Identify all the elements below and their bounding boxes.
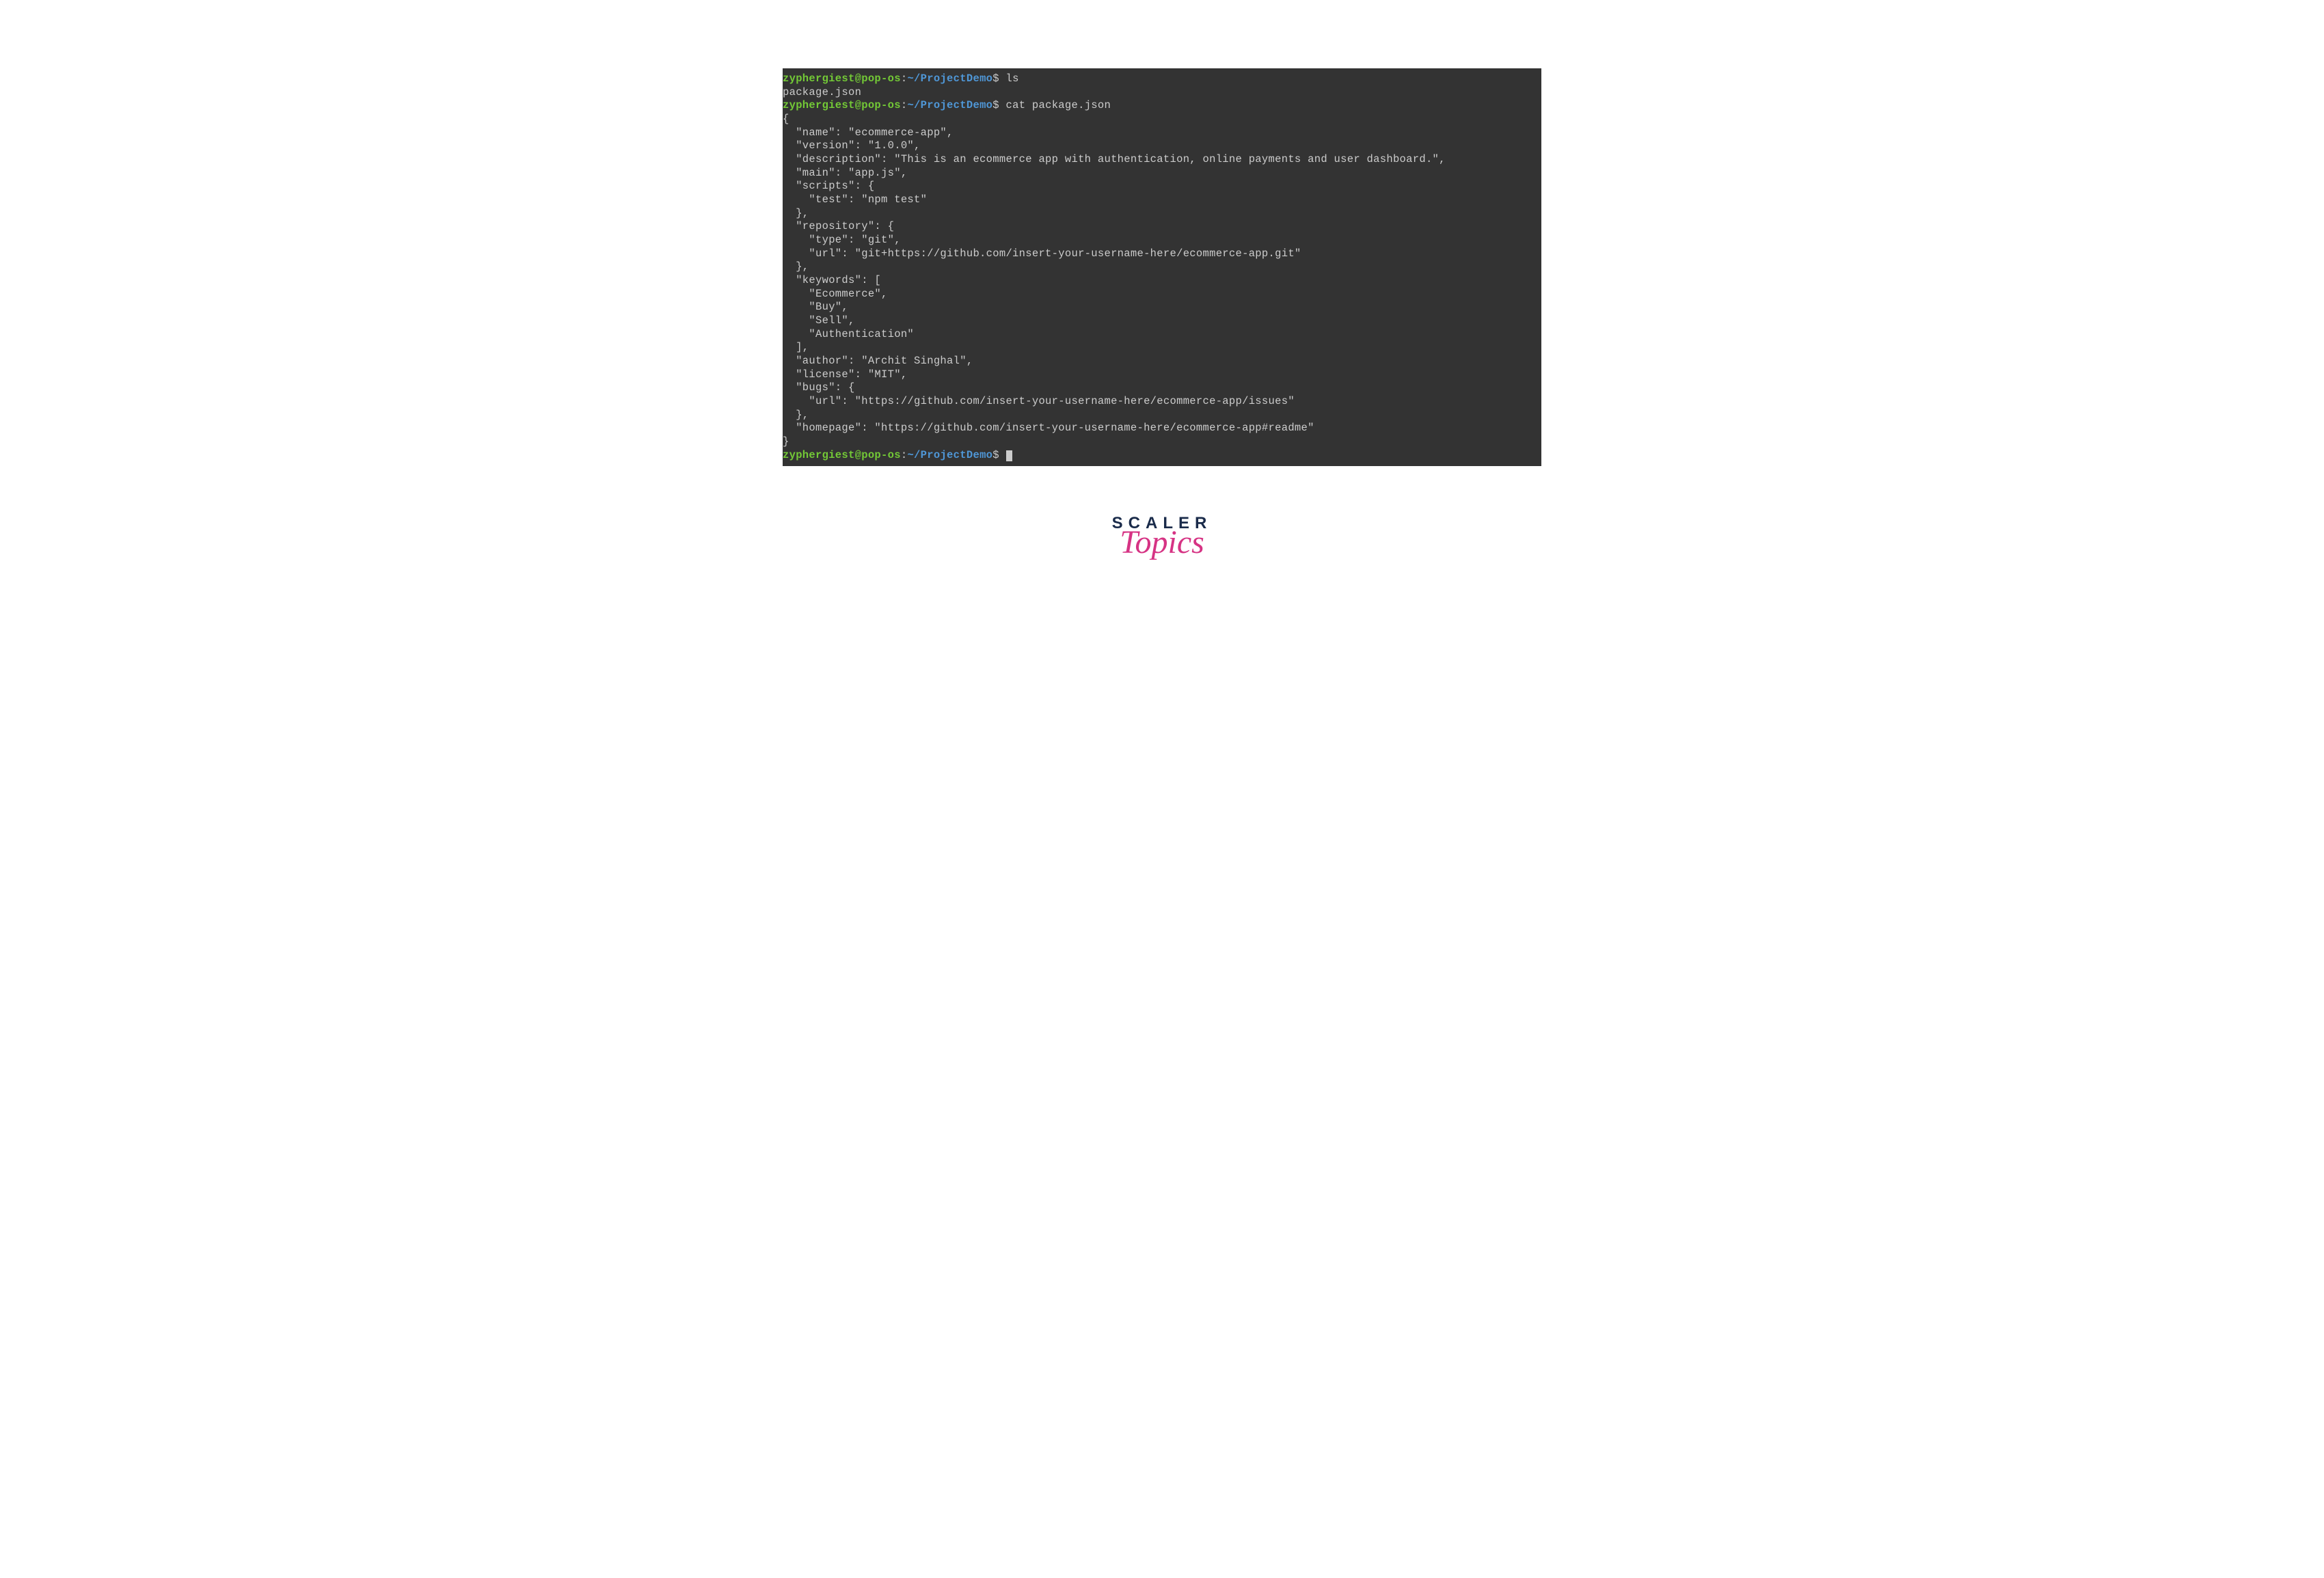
prompt-user: zyphergiest	[783, 449, 855, 461]
json-line: "name": "ecommerce-app",	[783, 126, 1541, 140]
prompt-line-1: zyphergiest@pop-os:~/ProjectDemo$ ls	[783, 72, 1541, 86]
prompt-user: zyphergiest	[783, 72, 855, 85]
json-line: "url": "https://github.com/insert-your-u…	[783, 395, 1541, 409]
json-line: "scripts": {	[783, 180, 1541, 193]
json-line: "Buy",	[783, 301, 1541, 314]
json-line: }	[783, 435, 1541, 449]
json-line: "description": "This is an ecommerce app…	[783, 153, 1541, 167]
prompt-dollar: $	[992, 449, 999, 461]
json-line: "url": "git+https://github.com/insert-yo…	[783, 247, 1541, 261]
prompt-colon: :	[901, 72, 908, 85]
json-line: "test": "npm test"	[783, 193, 1541, 207]
json-line: "version": "1.0.0",	[783, 139, 1541, 153]
json-line: "license": "MIT",	[783, 368, 1541, 382]
json-line: "Ecommerce",	[783, 288, 1541, 301]
prompt-path: ~/ProjectDemo	[907, 449, 992, 461]
json-line: },	[783, 260, 1541, 274]
command-ls: ls	[999, 72, 1019, 85]
prompt-path: ~/ProjectDemo	[907, 72, 992, 85]
json-line: "main": "app.js",	[783, 167, 1541, 180]
json-line: "homepage": "https://github.com/insert-y…	[783, 422, 1541, 435]
prompt-host: pop-os	[861, 449, 901, 461]
command-cat: cat package.json	[999, 99, 1111, 111]
prompt-path: ~/ProjectDemo	[907, 99, 992, 111]
json-line: "type": "git",	[783, 234, 1541, 247]
prompt-at: @	[855, 72, 862, 85]
logo-topics-text: Topics	[1120, 523, 1204, 561]
ls-output: package.json	[783, 86, 1541, 100]
json-line: ],	[783, 341, 1541, 355]
prompt-at: @	[855, 99, 862, 111]
prompt-line-3[interactable]: zyphergiest@pop-os:~/ProjectDemo$	[783, 449, 1541, 463]
json-line: },	[783, 409, 1541, 422]
json-line: },	[783, 207, 1541, 221]
json-line: "author": "Archit Singhal",	[783, 355, 1541, 368]
terminal-window[interactable]: zyphergiest@pop-os:~/ProjectDemo$ ls pac…	[783, 68, 1541, 466]
prompt-user: zyphergiest	[783, 99, 855, 111]
prompt-dollar: $	[992, 72, 999, 85]
prompt-line-2: zyphergiest@pop-os:~/ProjectDemo$ cat pa…	[783, 99, 1541, 113]
scaler-topics-logo: SCALER Topics	[1112, 514, 1213, 561]
prompt-host: pop-os	[861, 99, 901, 111]
prompt-colon: :	[901, 99, 908, 111]
json-line: "Sell",	[783, 314, 1541, 328]
json-line: {	[783, 113, 1541, 126]
json-line: "keywords": [	[783, 274, 1541, 288]
json-line: "Authentication"	[783, 328, 1541, 342]
prompt-host: pop-os	[861, 72, 901, 85]
json-line: "bugs": {	[783, 381, 1541, 395]
cursor-icon	[1006, 450, 1012, 461]
prompt-at: @	[855, 449, 862, 461]
json-line: "repository": {	[783, 220, 1541, 234]
prompt-dollar: $	[992, 99, 999, 111]
prompt-colon: :	[901, 449, 908, 461]
